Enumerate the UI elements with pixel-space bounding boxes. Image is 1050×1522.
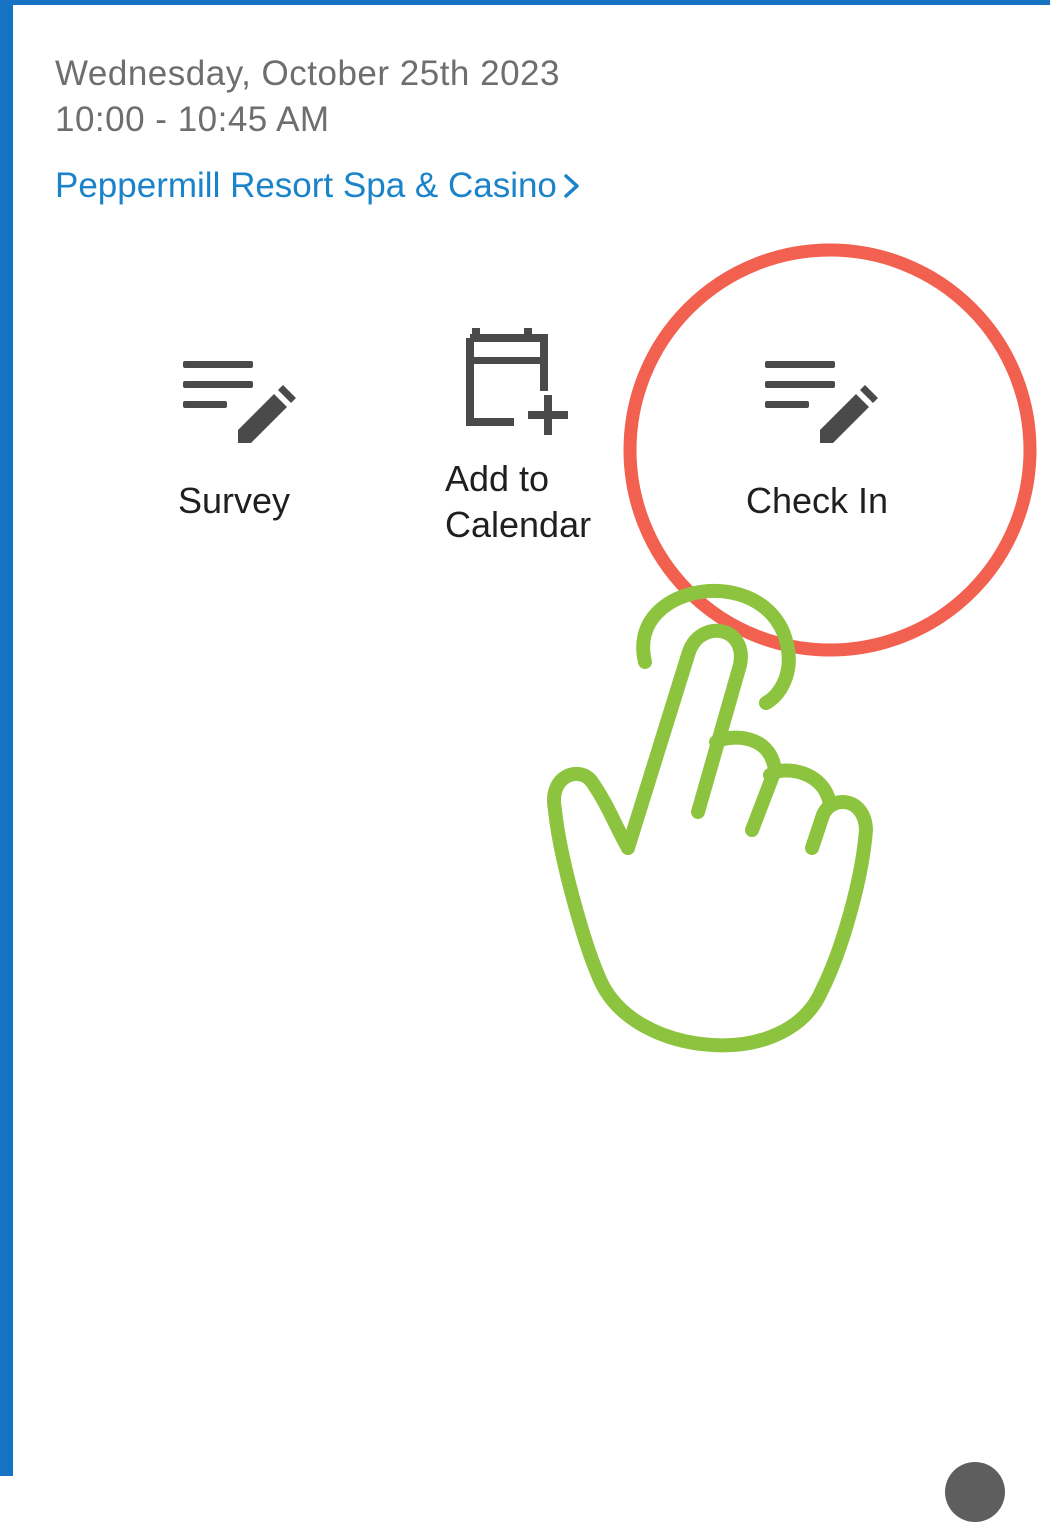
- venue-link[interactable]: Peppermill Resort Spa & Casino: [55, 166, 583, 206]
- add-to-calendar-button[interactable]: Add to Calendar: [430, 318, 630, 558]
- chevron-right-icon: [564, 174, 579, 198]
- check-in-label: Check In: [746, 480, 889, 521]
- frame-left-border: [0, 0, 13, 1476]
- survey-button[interactable]: Survey: [160, 340, 320, 540]
- check-in-edit-icon: [765, 361, 878, 443]
- venue-name: Peppermill Resort Spa & Casino: [55, 166, 557, 205]
- floating-help-button[interactable]: [945, 1462, 1005, 1522]
- event-time: 10:00 - 10:45 AM: [55, 100, 330, 139]
- survey-edit-icon: [183, 361, 296, 443]
- add-to-calendar-label: Add to Calendar: [445, 458, 592, 545]
- check-in-button[interactable]: Check In: [730, 340, 930, 540]
- event-detail-screen: [13, 5, 1050, 1476]
- event-date: Wednesday, October 25th 2023: [55, 54, 560, 93]
- survey-label: Survey: [178, 480, 291, 521]
- calendar-add-icon: [466, 328, 568, 435]
